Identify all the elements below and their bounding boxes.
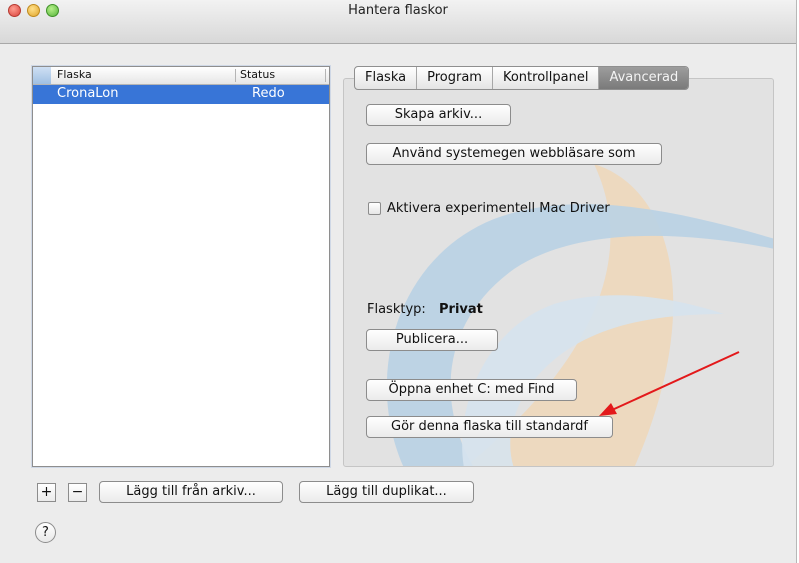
open-drive-c-button[interactable]: Öppna enhet C: med Find: [366, 379, 577, 401]
create-archive-button[interactable]: Skapa arkiv...: [366, 104, 511, 126]
background-swirl-graphic: [386, 164, 773, 466]
tab-advanced[interactable]: Avancerad: [599, 67, 689, 89]
add-bottle-button[interactable]: +: [37, 483, 56, 502]
advanced-tab-pane: [343, 78, 774, 467]
experimental-mac-driver-label: Aktivera experimentell Mac Driver: [387, 201, 610, 216]
column-header-bottle[interactable]: Flaska: [57, 68, 92, 81]
add-duplicate-button[interactable]: Lägg till duplikat...: [299, 481, 474, 503]
column-header-status[interactable]: Status: [240, 68, 275, 81]
window-title: Hantera flaskor: [348, 3, 448, 18]
help-button[interactable]: ?: [35, 522, 56, 543]
remove-bottle-button[interactable]: −: [68, 483, 87, 502]
bottle-status-cell: Redo: [252, 86, 285, 101]
make-default-bottle-button[interactable]: Gör denna flaska till standardf: [366, 416, 613, 438]
use-system-browser-button[interactable]: Använd systemegen webbläsare som: [366, 143, 662, 165]
bottle-table: Flaska Status CronaLon Redo: [32, 66, 330, 467]
column-divider: [325, 69, 326, 82]
manage-bottles-window: Hantera flaskor Flaska Status CronaLon R…: [0, 0, 797, 563]
tab-bottle[interactable]: Flaska: [355, 67, 418, 89]
bottle-type-value: Privat: [439, 302, 483, 317]
bottle-name-cell: CronaLon: [57, 86, 119, 101]
experimental-mac-driver-checkbox[interactable]: [368, 202, 381, 215]
tab-control-panel[interactable]: Kontrollpanel: [493, 67, 600, 89]
tab-bar: Flaska Program Kontrollpanel Avancerad: [354, 66, 690, 90]
table-header: Flaska Status: [33, 67, 329, 85]
experimental-mac-driver-option[interactable]: Aktivera experimentell Mac Driver: [368, 201, 610, 216]
publish-button[interactable]: Publicera...: [366, 329, 498, 351]
table-row[interactable]: CronaLon Redo: [33, 85, 329, 104]
tab-programs[interactable]: Program: [417, 67, 493, 89]
sort-column-header[interactable]: [33, 67, 51, 84]
add-from-archive-button[interactable]: Lägg till från arkiv...: [99, 481, 283, 503]
bottle-type-label: Flasktyp:: [367, 302, 426, 317]
column-divider: [235, 69, 236, 82]
title-bar: Hantera flaskor: [0, 0, 796, 44]
